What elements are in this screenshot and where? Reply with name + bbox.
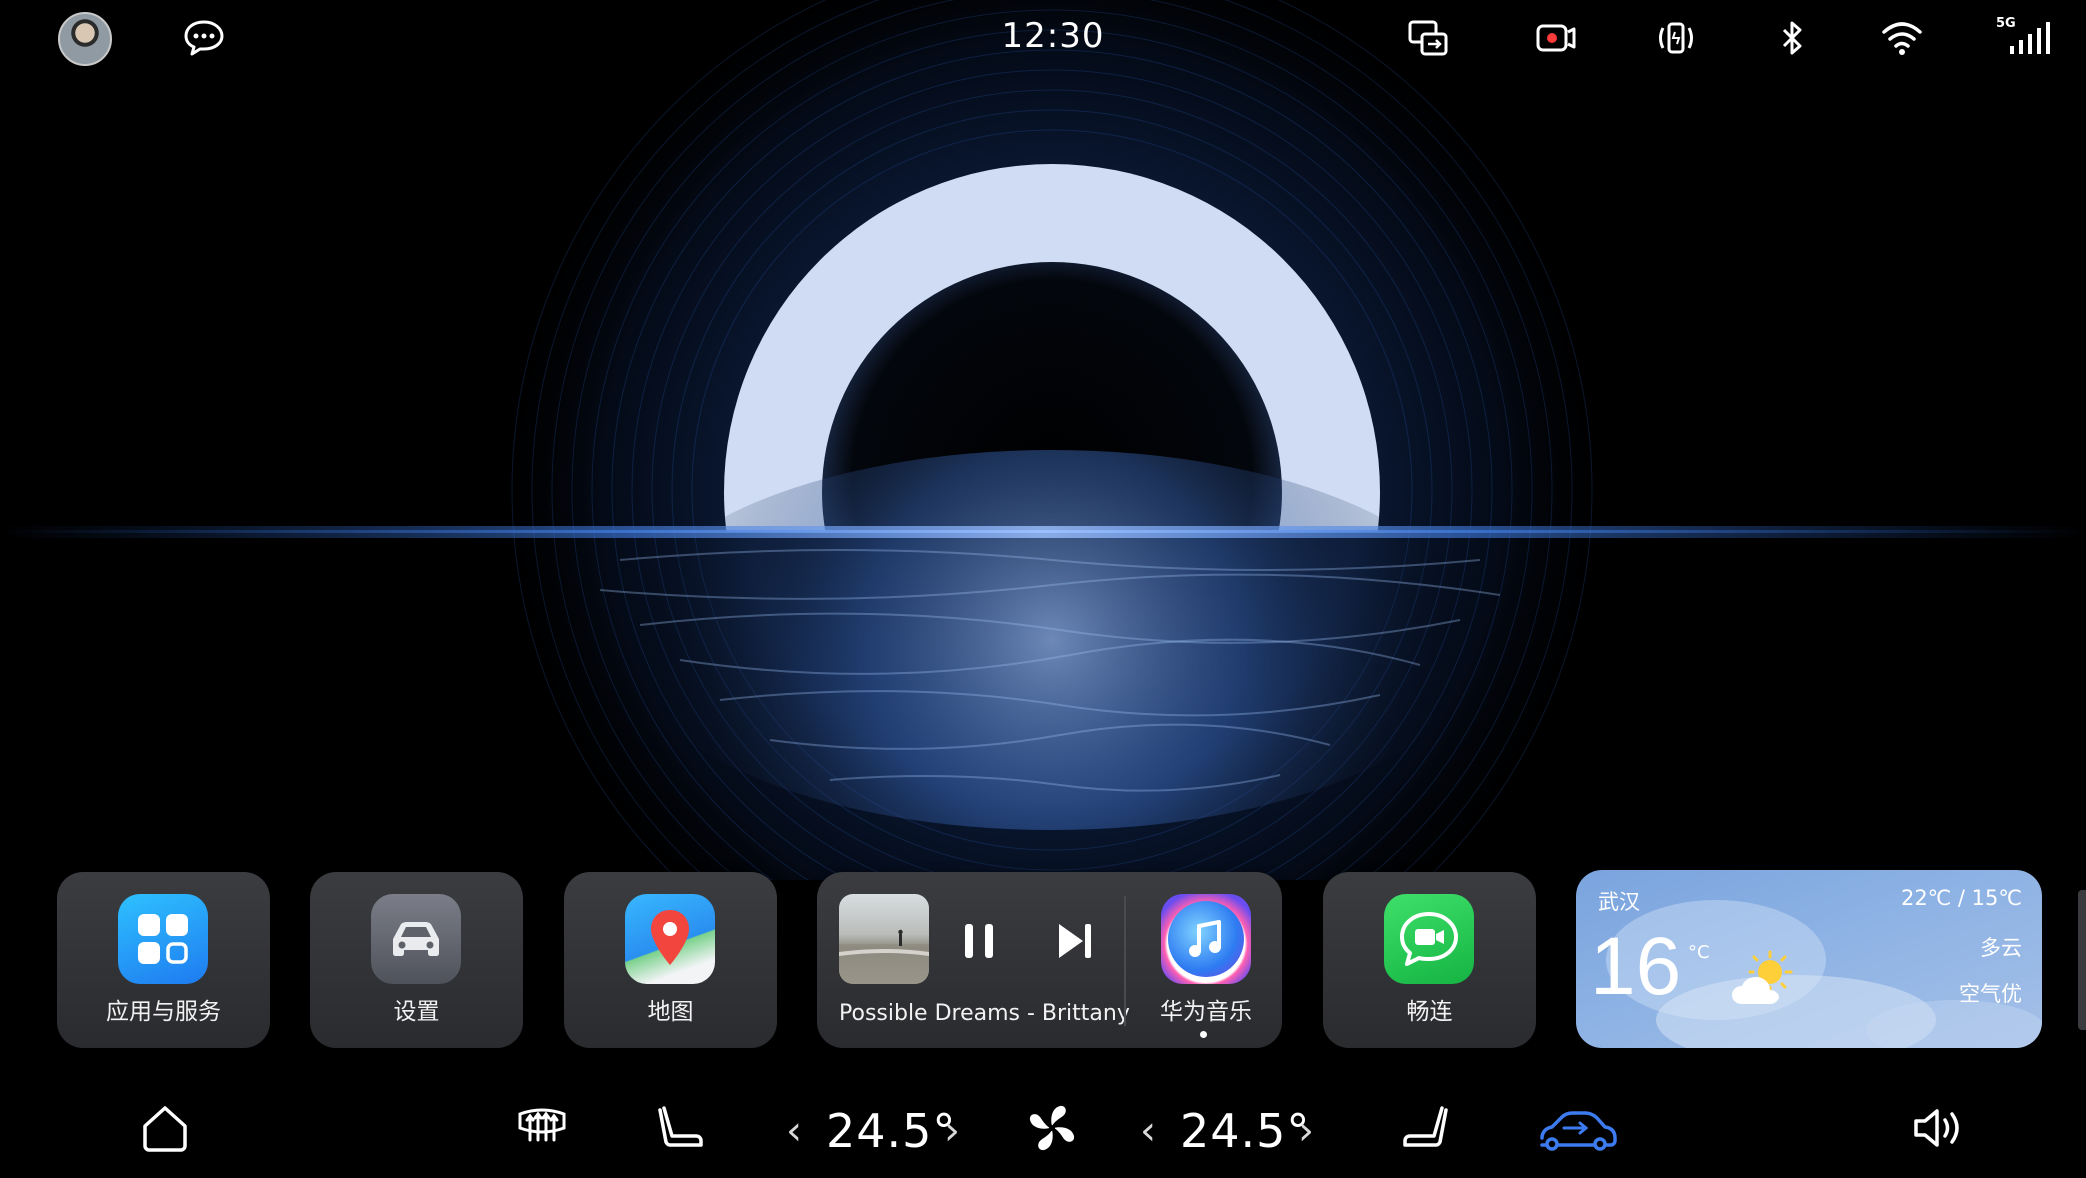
weather-city: 武汉 — [1598, 890, 1640, 914]
app-card-apps-services[interactable]: 应用与服务 — [57, 872, 270, 1048]
next-page-card-edge — [2078, 890, 2086, 1030]
left-zone-temperature: 24.5° — [826, 1104, 957, 1158]
weather-unit: °C — [1688, 942, 1710, 963]
nfc-vibrate-icon[interactable] — [1654, 16, 1698, 60]
pause-icon[interactable] — [957, 916, 1003, 966]
card-divider — [1124, 896, 1126, 1026]
app-card-settings[interactable]: 设置 — [310, 872, 523, 1048]
right-temp-increase[interactable]: › — [1298, 1108, 1314, 1154]
chat-bubble-icon[interactable] — [180, 14, 228, 62]
volume-icon[interactable] — [1910, 1100, 1966, 1156]
left-temp-decrease[interactable]: ‹ — [786, 1108, 802, 1154]
weather-condition: 多云 — [1980, 936, 2022, 960]
music-player-card[interactable]: Possible Dreams - Brittany 华为音乐 — [817, 872, 1282, 1048]
clock: 12:30 — [1001, 16, 1105, 56]
car-settings-icon — [371, 894, 461, 984]
app-card-changlian[interactable]: 畅连 — [1323, 872, 1536, 1048]
partly-cloudy-icon — [1732, 950, 1793, 1004]
app-label: 地图 — [647, 999, 694, 1025]
app-label: 应用与服务 — [106, 999, 221, 1025]
music-app-label: 华为音乐 — [1160, 999, 1252, 1025]
cellular-5g-icon: 5G — [1996, 16, 2052, 58]
app-label: 设置 — [393, 999, 440, 1025]
bluetooth-icon[interactable] — [1770, 16, 1814, 60]
vehicle-control-icon[interactable] — [1536, 1104, 1618, 1154]
dashcam-record-icon[interactable] — [1534, 16, 1578, 60]
page-indicator-dot — [1200, 1031, 1207, 1038]
passenger-seat-heating-icon[interactable] — [1396, 1100, 1452, 1156]
weather-range: 22℃ / 15℃ — [1900, 886, 2022, 910]
air-quality: 空气优 — [1959, 982, 2022, 1006]
album-art[interactable] — [839, 894, 929, 984]
wallpaper — [0, 0, 2086, 880]
right-temp-decrease[interactable]: ‹ — [1140, 1108, 1156, 1154]
next-track-icon[interactable] — [1053, 916, 1099, 966]
song-title: Possible Dreams - Brittany — [839, 1001, 1130, 1026]
app-label: 畅连 — [1406, 999, 1453, 1025]
right-zone-temperature: 24.5° — [1180, 1104, 1311, 1158]
status-bar: 12:30 5G — [0, 0, 2086, 76]
wifi-icon[interactable] — [1880, 16, 1924, 60]
apps-grid-icon — [118, 894, 208, 984]
user-avatar[interactable] — [58, 12, 112, 66]
weather-widget[interactable]: 武汉 22℃ / 15℃ 16 °C 多云 空气优 — [1576, 870, 2042, 1048]
weather-temperature: 16 — [1590, 921, 1682, 1012]
fan-icon[interactable] — [1024, 1100, 1080, 1156]
rear-defrost-icon[interactable] — [514, 1100, 570, 1156]
app-card-map[interactable]: 地图 — [564, 872, 777, 1048]
left-temp-increase[interactable]: › — [944, 1108, 960, 1154]
map-pin-icon — [625, 894, 715, 984]
driver-seat-heating-icon[interactable] — [654, 1100, 710, 1156]
screen-projection-icon[interactable] — [1406, 16, 1450, 60]
home-icon[interactable] — [137, 1100, 193, 1156]
huawei-music-icon[interactable] — [1161, 894, 1251, 984]
video-call-icon — [1384, 894, 1474, 984]
